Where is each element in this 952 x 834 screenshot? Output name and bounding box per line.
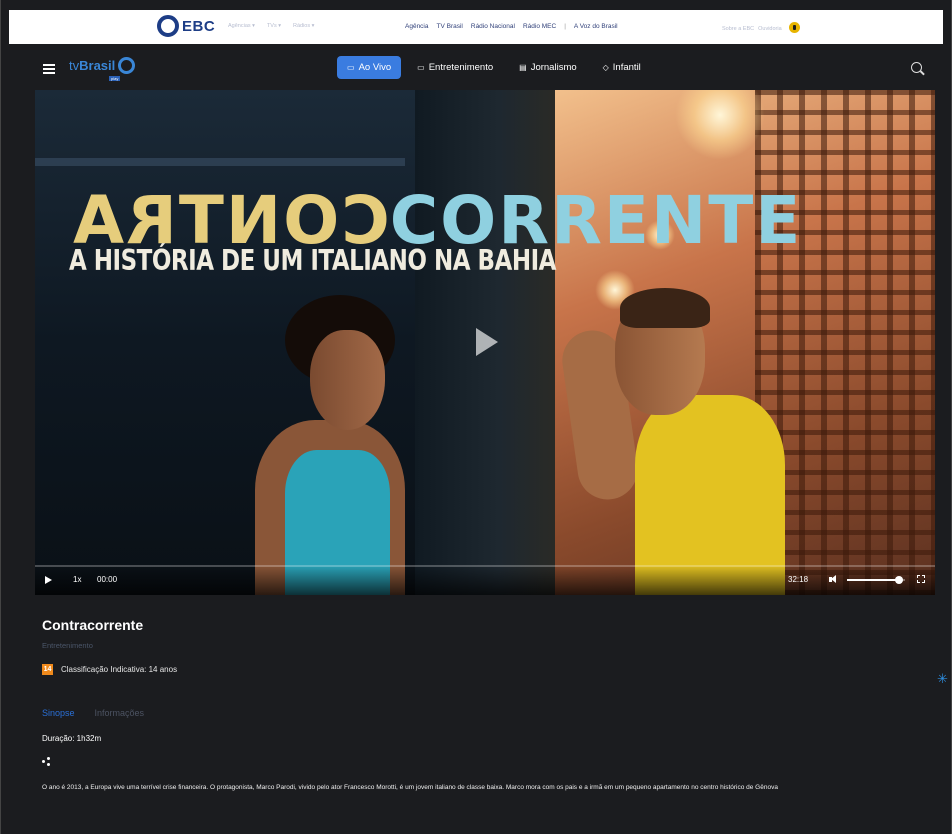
video-frame-shelf xyxy=(35,158,405,166)
rating-row: 14 Classificação Indicativa: 14 anos xyxy=(42,664,177,675)
ebc-links: Agência TV Brasil Rádio Nacional Rádio M… xyxy=(405,23,618,30)
link-separator: | xyxy=(564,23,566,30)
nav-item-ao-vivo[interactable]: ▭ Ao Vivo xyxy=(337,56,402,79)
link-tv-brasil[interactable]: TV Brasil xyxy=(437,23,463,30)
rating-text: Classificação Indicativa: 14 anos xyxy=(61,665,178,674)
tab-sinopse[interactable]: Sinopse xyxy=(42,708,75,718)
accessibility-icon[interactable] xyxy=(788,22,800,33)
ebc-dropdowns: Agências ▾ TVs ▾ Rádios ▾ xyxy=(228,23,314,29)
link-ouvidoria[interactable]: Ouvidoria xyxy=(758,26,782,32)
dropdown-agencias[interactable]: Agências ▾ xyxy=(228,23,255,29)
volume-icon[interactable] xyxy=(829,575,838,584)
loading-spinner-icon: ✳ xyxy=(937,671,948,686)
playback-rate-button[interactable]: 1x xyxy=(73,575,81,584)
nav-item-label: Infantil xyxy=(612,62,641,73)
tab-informacoes[interactable]: Informações xyxy=(95,708,145,718)
ebc-network-bar: EBC Agências ▾ TVs ▾ Rádios ▾ Agência TV… xyxy=(9,10,943,44)
link-sobre-ebc[interactable]: Sobre a EBC xyxy=(722,26,754,32)
menu-icon[interactable] xyxy=(43,64,55,74)
nav-item-jornalismo[interactable]: ▤ Jornalismo xyxy=(509,56,587,79)
nav-items: ▭ Ao Vivo ▭ Entretenimento ▤ Jornalismo … xyxy=(337,56,651,79)
nav-item-infantil[interactable]: ◇ Infantil xyxy=(593,56,651,79)
video-frame-figure xyxy=(620,288,710,328)
main-nav: tv Brasil play ▭ Ao Vivo ▭ Entreteniment… xyxy=(35,54,935,84)
ebc-logo[interactable]: EBC xyxy=(157,15,215,37)
link-radio-mec[interactable]: Rádio MEC xyxy=(523,23,556,30)
share-icon[interactable] xyxy=(42,757,50,766)
program-synopsis: O ano é 2013, a Europa vive uma terrível… xyxy=(42,784,778,791)
tv-brasil-logo[interactable]: tv Brasil play xyxy=(69,57,136,81)
logo-tv-text: tv xyxy=(69,58,80,73)
ebc-right-links: Sobre a EBC Ouvidoria xyxy=(722,22,800,34)
video-frame-figure xyxy=(310,330,385,430)
program-duration: Duração: 1h32m xyxy=(42,734,102,743)
video-controls: 1x 00:00 32:18 xyxy=(35,565,935,595)
current-time: 00:00 xyxy=(97,575,118,584)
tv-icon: ▭ xyxy=(347,63,355,72)
nav-item-label: Ao Vivo xyxy=(358,62,392,73)
program-category[interactable]: Entretenimento xyxy=(42,641,93,650)
nav-item-label: Entretenimento xyxy=(428,62,494,73)
video-player[interactable]: CONTRACORRENTE A HISTÓRIA DE UM ITALIANO… xyxy=(35,90,935,595)
rating-badge-icon: 14 xyxy=(42,664,53,675)
page: EBC Agências ▾ TVs ▾ Rádios ▾ Agência TV… xyxy=(0,0,952,834)
nav-item-label: Jornalismo xyxy=(530,62,577,73)
link-radio-nacional[interactable]: Rádio Nacional xyxy=(471,23,515,30)
link-a-voz-do-brasil[interactable]: A Voz do Brasil xyxy=(574,23,618,30)
volume-slider-fill xyxy=(847,579,900,581)
search-icon[interactable] xyxy=(911,62,922,73)
logo-ring-icon xyxy=(118,57,136,74)
progress-bar[interactable] xyxy=(35,565,935,567)
big-play-icon[interactable] xyxy=(476,328,498,356)
ebc-logo-icon xyxy=(157,15,179,37)
volume-slider[interactable] xyxy=(847,576,905,584)
info-tabs: Sinopse Informações xyxy=(42,708,144,718)
volume-slider-knob[interactable] xyxy=(895,576,904,584)
logo-play-badge: play xyxy=(109,76,121,81)
dropdown-radios[interactable]: Rádios ▾ xyxy=(293,23,314,29)
poster-subtitle: A HISTÓRIA DE UM ITALIANO NA BAHIA xyxy=(69,245,556,278)
newspaper-icon: ▤ xyxy=(519,63,527,72)
link-agencia[interactable]: Agência xyxy=(405,23,429,30)
duration-time: 32:18 xyxy=(788,575,809,584)
nav-item-entretenimento[interactable]: ▭ Entretenimento xyxy=(407,56,503,79)
logo-brasil-text: Brasil xyxy=(79,58,116,73)
dropdown-tvs[interactable]: TVs ▾ xyxy=(267,23,281,29)
play-icon[interactable] xyxy=(45,576,52,584)
program-title: Contracorrente xyxy=(42,617,144,633)
kids-icon: ◇ xyxy=(602,63,609,72)
film-icon: ▭ xyxy=(417,63,425,72)
ebc-logo-text: EBC xyxy=(182,17,216,35)
fullscreen-icon[interactable] xyxy=(917,575,925,583)
program-info: Contracorrente Entretenimento 14 Classif… xyxy=(42,617,932,791)
